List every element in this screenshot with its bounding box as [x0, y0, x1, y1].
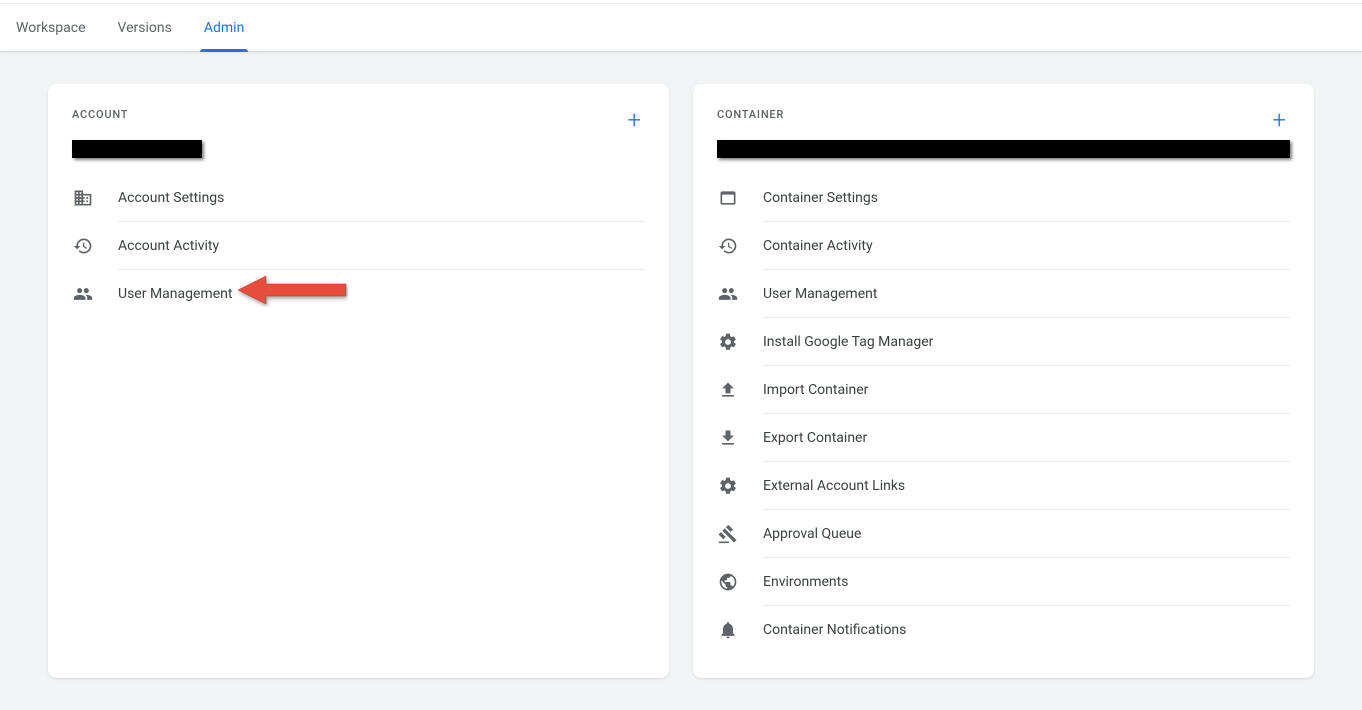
- menu-label: Environments: [763, 574, 848, 590]
- settings-icon: [717, 330, 739, 354]
- menu-label: Container Activity: [763, 238, 873, 254]
- account-add-button[interactable]: +: [623, 108, 645, 132]
- history-icon: [72, 234, 94, 258]
- container-add-button[interactable]: +: [1268, 108, 1290, 132]
- container-activity-item[interactable]: Container Activity: [763, 222, 1290, 270]
- account-settings-item[interactable]: Account Settings: [118, 174, 645, 222]
- container-title: CONTAINER: [717, 108, 784, 121]
- people-icon: [72, 282, 94, 306]
- export-container-item[interactable]: Export Container: [763, 414, 1290, 462]
- people-icon: [717, 282, 739, 306]
- account-menu: Account Settings Account Activity User M…: [72, 174, 645, 318]
- import-container-item[interactable]: Import Container: [763, 366, 1290, 414]
- menu-label: Install Google Tag Manager: [763, 334, 933, 350]
- tabs-bar: Workspace Versions Admin: [0, 4, 1362, 52]
- account-title: ACCOUNT: [72, 108, 128, 121]
- tab-workspace[interactable]: Workspace: [0, 4, 102, 52]
- external-account-links-item[interactable]: External Account Links: [763, 462, 1290, 510]
- gavel-icon: [717, 522, 739, 546]
- account-user-management-item[interactable]: User Management: [118, 270, 645, 318]
- globe-icon: [717, 570, 739, 594]
- menu-label: User Management: [763, 286, 877, 302]
- menu-label: Account Settings: [118, 190, 224, 206]
- container-settings-item[interactable]: Container Settings: [763, 174, 1290, 222]
- settings-icon: [717, 474, 739, 498]
- download-icon: [717, 426, 739, 450]
- menu-label: External Account Links: [763, 478, 905, 494]
- container-name-redacted: [717, 140, 1290, 158]
- account-card: ACCOUNT + Account Settings Account Activ…: [48, 84, 669, 678]
- menu-label: Container Notifications: [763, 622, 906, 638]
- tab-versions[interactable]: Versions: [102, 4, 188, 52]
- account-activity-item[interactable]: Account Activity: [118, 222, 645, 270]
- container-notifications-item[interactable]: Container Notifications: [763, 606, 1290, 654]
- domain-icon: [72, 186, 94, 210]
- menu-label: Container Settings: [763, 190, 878, 206]
- install-gtm-item[interactable]: Install Google Tag Manager: [763, 318, 1290, 366]
- account-name-redacted: [72, 140, 202, 158]
- upload-icon: [717, 378, 739, 402]
- menu-label: User Management: [118, 286, 232, 302]
- menu-label: Approval Queue: [763, 526, 861, 542]
- menu-label: Import Container: [763, 382, 868, 398]
- webasset-icon: [717, 186, 739, 210]
- tab-admin[interactable]: Admin: [188, 4, 260, 52]
- menu-label: Account Activity: [118, 238, 219, 254]
- container-user-management-item[interactable]: User Management: [763, 270, 1290, 318]
- approval-queue-item[interactable]: Approval Queue: [763, 510, 1290, 558]
- container-card: CONTAINER + Container Settings Container…: [693, 84, 1314, 678]
- container-menu: Container Settings Container Activity Us…: [717, 174, 1290, 654]
- history-icon: [717, 234, 739, 258]
- bell-icon: [717, 618, 739, 642]
- menu-label: Export Container: [763, 430, 867, 446]
- environments-item[interactable]: Environments: [763, 558, 1290, 606]
- admin-content: ACCOUNT + Account Settings Account Activ…: [0, 52, 1362, 710]
